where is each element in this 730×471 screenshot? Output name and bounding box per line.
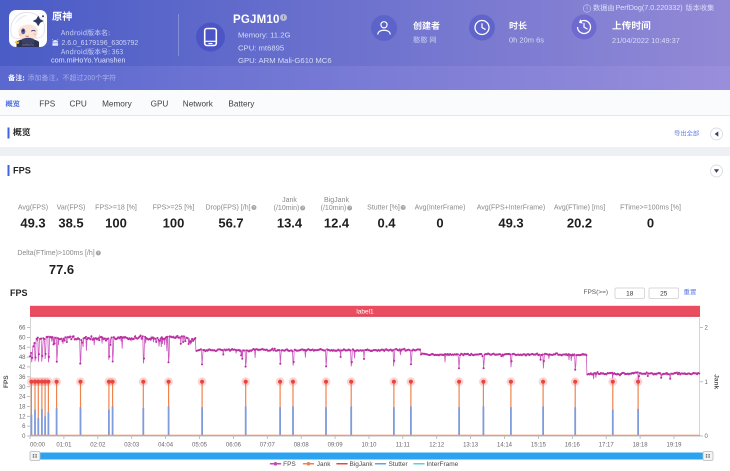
svg-text:60: 60 [19, 336, 26, 342]
svg-text:48: 48 [19, 355, 26, 361]
svg-text:00:00: 00:00 [30, 442, 46, 448]
svg-text:Jank: Jank [713, 374, 720, 389]
svg-text:13:13: 13:13 [463, 442, 479, 448]
svg-text:2: 2 [705, 326, 709, 332]
svg-text:InterFrame: InterFrame [427, 461, 459, 468]
svg-text:06:06: 06:06 [226, 442, 242, 448]
svg-text:54: 54 [19, 345, 26, 351]
svg-text:Stutter: Stutter [389, 461, 409, 468]
svg-text:30: 30 [19, 385, 26, 391]
svg-text:42: 42 [19, 365, 26, 371]
svg-text:66: 66 [19, 326, 26, 332]
svg-text:FPS: FPS [283, 461, 296, 468]
svg-text:Jank: Jank [317, 461, 331, 468]
svg-text:01:01: 01:01 [56, 442, 72, 448]
svg-text:09:09: 09:09 [328, 442, 344, 448]
svg-text:BigJank: BigJank [350, 461, 374, 468]
svg-text:24: 24 [19, 395, 26, 401]
svg-text:18:18: 18:18 [633, 442, 649, 448]
svg-text:12:12: 12:12 [429, 442, 445, 448]
svg-text:04:04: 04:04 [158, 442, 174, 448]
svg-text:36: 36 [19, 375, 26, 381]
svg-text:0: 0 [22, 434, 26, 440]
svg-text:miHoYo: miHoYo [22, 43, 33, 47]
svg-text:17:17: 17:17 [599, 442, 615, 448]
svg-text:15:15: 15:15 [531, 442, 547, 448]
svg-text:10:10: 10:10 [361, 442, 377, 448]
svg-text:6: 6 [22, 424, 26, 430]
svg-text:19:19: 19:19 [666, 442, 682, 448]
svg-text:1: 1 [705, 380, 709, 386]
svg-text:0: 0 [705, 434, 709, 440]
svg-text:11:11: 11:11 [396, 442, 411, 448]
svg-text:08:08: 08:08 [294, 442, 310, 448]
svg-text:label1: label1 [356, 309, 374, 316]
svg-text:03:03: 03:03 [124, 442, 140, 448]
svg-text:14:14: 14:14 [497, 442, 513, 448]
svg-text:02:02: 02:02 [90, 442, 106, 448]
svg-text:05:05: 05:05 [192, 442, 208, 448]
svg-text:12: 12 [19, 414, 26, 420]
svg-text:16:16: 16:16 [565, 442, 581, 448]
svg-text:18: 18 [19, 405, 26, 411]
svg-text:07:07: 07:07 [260, 442, 276, 448]
svg-text:FPS: FPS [3, 375, 10, 388]
